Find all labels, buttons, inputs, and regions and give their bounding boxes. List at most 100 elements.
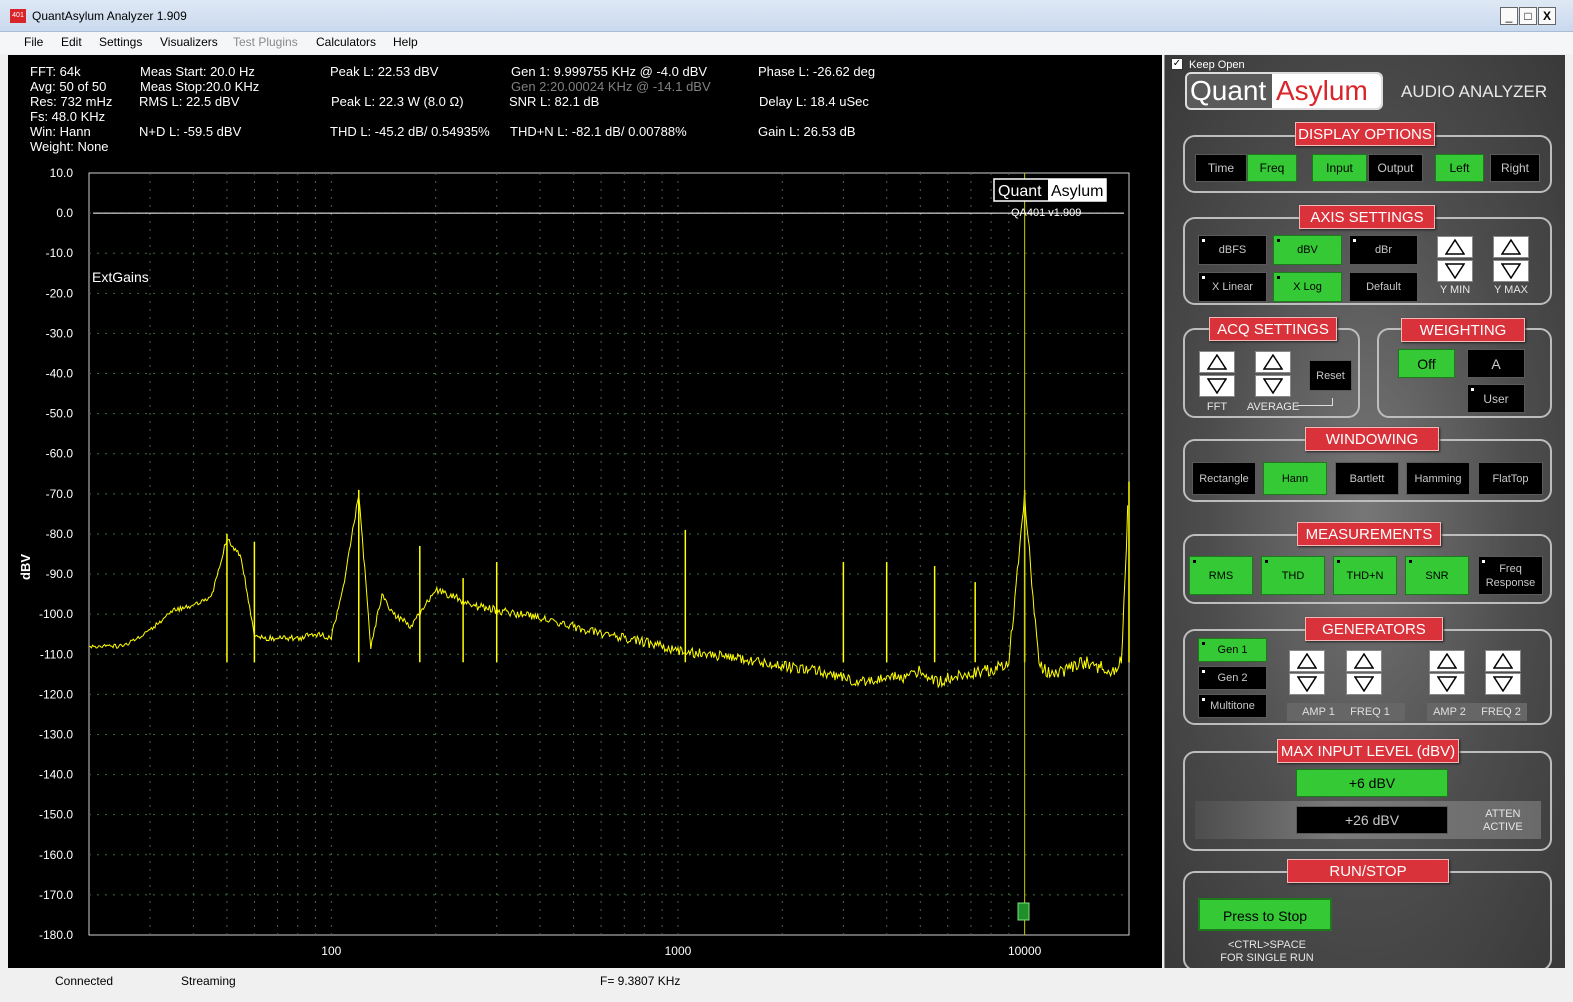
measure-freq-response-button[interactable]: Freq Response xyxy=(1478,556,1543,595)
dbv-button[interactable]: dBV xyxy=(1273,235,1342,265)
maximize-button[interactable]: □ xyxy=(1519,7,1537,25)
x-linear-indicator xyxy=(1202,276,1205,279)
ymin-down-arrow-icon[interactable] xyxy=(1437,260,1473,282)
gen1-button[interactable]: Gen 1 xyxy=(1198,638,1267,662)
y-tick-label: -70.0 xyxy=(46,487,74,501)
window-hann-button[interactable]: Hann xyxy=(1263,462,1327,495)
max-input-6dbv-button[interactable]: +6 dBV xyxy=(1296,769,1448,797)
ymin-up-arrow-icon[interactable] xyxy=(1437,236,1473,258)
menu-calculators[interactable]: Calculators xyxy=(316,35,376,49)
average-up-arrow-icon[interactable] xyxy=(1255,351,1291,373)
series-trace xyxy=(88,173,1130,935)
freq1-down-arrow-icon[interactable] xyxy=(1346,673,1382,695)
freq2-up-arrow-icon[interactable] xyxy=(1485,650,1521,672)
snr-indicator xyxy=(1409,560,1412,563)
menu-test-plugins[interactable]: Test Plugins xyxy=(233,35,298,49)
ymin-label: Y MIN xyxy=(1439,284,1471,296)
ymax-label: Y MAX xyxy=(1493,284,1529,296)
x-tick-label: 10000 xyxy=(1008,944,1042,958)
x-linear-button[interactable]: X Linear xyxy=(1198,272,1267,302)
max-input-26dbv-button[interactable]: +26 dBV xyxy=(1296,806,1448,834)
y-tick-label: 10.0 xyxy=(50,166,74,180)
left-channel-button[interactable]: Left xyxy=(1435,154,1484,182)
measure-thdn-button[interactable]: THD+N xyxy=(1333,556,1397,595)
y-tick-label: -60.0 xyxy=(46,447,74,461)
measure-thd-button[interactable]: THD xyxy=(1261,556,1325,595)
menu-settings[interactable]: Settings xyxy=(99,35,142,49)
multitone-button[interactable]: Multitone xyxy=(1198,694,1267,718)
gen2-button[interactable]: Gen 2 xyxy=(1198,666,1267,690)
max-input-header: MAX INPUT LEVEL (dBV) xyxy=(1277,739,1459,763)
y-tick-label: -80.0 xyxy=(46,527,74,541)
x-log-button[interactable]: X Log xyxy=(1273,272,1342,302)
amp2-up-arrow-icon[interactable] xyxy=(1429,650,1465,672)
thdn-indicator xyxy=(1337,560,1340,563)
average-label: AVERAGE xyxy=(1246,401,1300,413)
window-rectangle-button[interactable]: Rectangle xyxy=(1192,462,1256,495)
y-tick-label: -170.0 xyxy=(39,888,73,902)
gen2-indicator xyxy=(1202,670,1205,673)
y-tick-label: 0.0 xyxy=(56,206,73,220)
ext-gains-annotation: ExtGains xyxy=(92,269,149,285)
user-indicator xyxy=(1471,388,1474,391)
cursor-marker xyxy=(1017,902,1030,921)
menu-file[interactable]: File xyxy=(24,35,43,49)
weighting-a-button[interactable]: A xyxy=(1467,349,1525,378)
right-channel-button[interactable]: Right xyxy=(1490,154,1540,182)
window-flattop-button[interactable]: FlatTop xyxy=(1478,462,1543,495)
fft-label: FFT xyxy=(1206,401,1228,413)
reset-button[interactable]: Reset xyxy=(1309,360,1352,391)
amp2-down-arrow-icon[interactable] xyxy=(1429,673,1465,695)
output-button[interactable]: Output xyxy=(1368,154,1423,182)
weighting-user-button[interactable]: User xyxy=(1467,384,1525,413)
menu-help[interactable]: Help xyxy=(393,35,418,49)
connection-status: Connected xyxy=(55,974,114,988)
freq1-up-arrow-icon[interactable] xyxy=(1346,650,1382,672)
windowing-header: WINDOWING xyxy=(1305,427,1439,451)
window-hamming-button[interactable]: Hamming xyxy=(1406,462,1470,495)
y-tick-label: -10.0 xyxy=(46,246,74,260)
dbfs-button[interactable]: dBFS xyxy=(1198,235,1267,265)
axis-settings-header: AXIS SETTINGS xyxy=(1299,205,1435,229)
average-down-arrow-icon[interactable] xyxy=(1255,375,1291,397)
amp1-down-arrow-icon[interactable] xyxy=(1289,673,1325,695)
y-tick-label: -100.0 xyxy=(39,607,73,621)
menu-visualizers[interactable]: Visualizers xyxy=(160,35,218,49)
x-log-indicator xyxy=(1277,276,1280,279)
ymax-up-arrow-icon[interactable] xyxy=(1493,236,1529,258)
spectrum-chart[interactable]: 10.0 0.0 -10.0 -20.0 -30.0 -40.0 -50.0 -60.0 -70… xyxy=(8,55,1162,968)
y-tick-label: -90.0 xyxy=(46,567,74,581)
watermark-quant: Quant xyxy=(998,183,1042,200)
series-line xyxy=(88,491,1129,689)
gen1-controls-label: AMP 1 FREQ 1 xyxy=(1287,703,1405,721)
weighting-header: WEIGHTING xyxy=(1401,318,1525,342)
dbr-button[interactable]: dBr xyxy=(1349,235,1418,265)
measure-rms-button[interactable]: RMS xyxy=(1189,556,1253,595)
ymax-down-arrow-icon[interactable] xyxy=(1493,260,1529,282)
y-tick-label: -50.0 xyxy=(46,407,74,421)
y-tick-label: -120.0 xyxy=(39,687,73,701)
app-icon: 401 xyxy=(10,9,26,23)
freq-button[interactable]: Freq xyxy=(1247,154,1297,182)
keep-open-checkbox[interactable]: ✓ xyxy=(1171,58,1183,70)
default-axis-button[interactable]: Default xyxy=(1349,272,1418,302)
brand-quant: Quant xyxy=(1190,75,1267,106)
window-bartlett-button[interactable]: Bartlett xyxy=(1335,462,1399,495)
watermark-version: QA401 v1.909 xyxy=(1011,207,1081,219)
minimize-button[interactable]: _ xyxy=(1500,7,1518,25)
fft-up-arrow-icon[interactable] xyxy=(1199,351,1235,373)
measure-snr-button[interactable]: SNR xyxy=(1405,556,1469,595)
input-button[interactable]: Input xyxy=(1312,154,1367,182)
streaming-status: Streaming xyxy=(181,974,236,988)
time-button[interactable]: Time xyxy=(1195,154,1247,182)
freq2-down-arrow-icon[interactable] xyxy=(1485,673,1521,695)
y-tick-label: -140.0 xyxy=(39,768,73,782)
weighting-off-button[interactable]: Off xyxy=(1398,349,1455,378)
fft-down-arrow-icon[interactable] xyxy=(1199,375,1235,397)
close-button[interactable]: X xyxy=(1538,7,1556,25)
brand-logo: Quant Asylum xyxy=(1185,72,1383,110)
amp1-up-arrow-icon[interactable] xyxy=(1289,650,1325,672)
menu-edit[interactable]: Edit xyxy=(61,35,82,49)
x-tick-labels: 100 1000 10000 xyxy=(321,944,1041,958)
press-to-stop-button[interactable]: Press to Stop xyxy=(1198,898,1332,931)
